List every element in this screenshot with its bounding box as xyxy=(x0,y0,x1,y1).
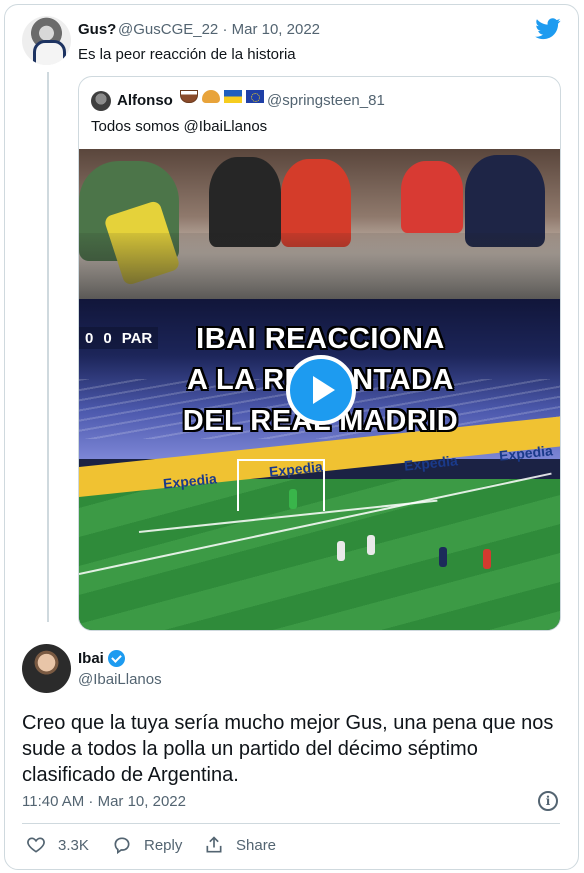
quoted-tweet-text: Todos somos @IbaiLlanos xyxy=(91,118,268,135)
meta-separator: · xyxy=(222,21,228,38)
heart-icon xyxy=(27,837,45,853)
author-handle[interactable]: @GusCGE_22 xyxy=(118,21,218,38)
share-icon xyxy=(206,836,222,853)
like-count: 3.3K xyxy=(58,836,89,854)
croissant-emoji-icon xyxy=(202,90,220,103)
ukraine-flag-icon xyxy=(224,90,242,103)
author-handle[interactable]: @IbaiLlanos xyxy=(78,671,162,688)
eu-flag-icon xyxy=(246,90,264,103)
video-player xyxy=(439,547,447,567)
tweet-text: Es la peor reacción de la historia xyxy=(78,46,296,63)
reply-label: Reply xyxy=(144,836,183,854)
quoted-tweet[interactable]: Alfonso @springsteen_81 Todos somos @Iba… xyxy=(78,76,561,631)
video-person xyxy=(401,161,463,233)
coffee-emoji-icon xyxy=(180,90,198,103)
quoted-author-emoji xyxy=(180,90,264,103)
tweet-date[interactable]: Mar 10, 2022 xyxy=(232,21,320,38)
like-button[interactable]: 3.3K xyxy=(26,834,89,856)
share-label: Share xyxy=(236,836,277,854)
twitter-logo-icon[interactable] xyxy=(535,18,561,40)
video-table xyxy=(79,233,560,303)
info-icon[interactable]: i xyxy=(538,791,558,811)
video-room-scene xyxy=(79,149,560,303)
author-meta: @GusCGE_22 · Mar 10, 2022 xyxy=(118,21,320,38)
reply-button[interactable]: Reply xyxy=(112,834,182,856)
quoted-author-name: Alfonso xyxy=(117,92,173,109)
video-player xyxy=(337,541,345,561)
play-button[interactable] xyxy=(286,355,356,425)
verified-badge-icon[interactable] xyxy=(108,650,125,667)
author-name[interactable]: Gus? xyxy=(78,21,116,38)
video-player xyxy=(483,549,491,569)
quoted-author-handle: @springsteen_81 xyxy=(267,92,385,109)
share-button[interactable]: Share xyxy=(204,834,276,856)
avatar[interactable] xyxy=(22,644,71,693)
author-name[interactable]: Ibai xyxy=(78,650,104,667)
video-player xyxy=(289,489,297,509)
video-goal xyxy=(237,459,325,511)
divider xyxy=(22,823,560,824)
quoted-avatar xyxy=(91,91,111,111)
video-player xyxy=(367,535,375,555)
video-title-line: IBAI REACCIONA xyxy=(196,323,445,355)
tweet-text: Creo que la tuya sería mucho mejor Gus, … xyxy=(22,712,554,786)
avatar[interactable] xyxy=(22,16,71,65)
reply-icon xyxy=(114,837,130,855)
thread-line xyxy=(47,72,49,622)
video-thumbnail[interactable]: 0 0 PAR Expedia Expedia Expedia Expedia … xyxy=(79,149,560,630)
tweet-timestamp[interactable]: 11:40 AM · Mar 10, 2022 xyxy=(22,793,186,810)
